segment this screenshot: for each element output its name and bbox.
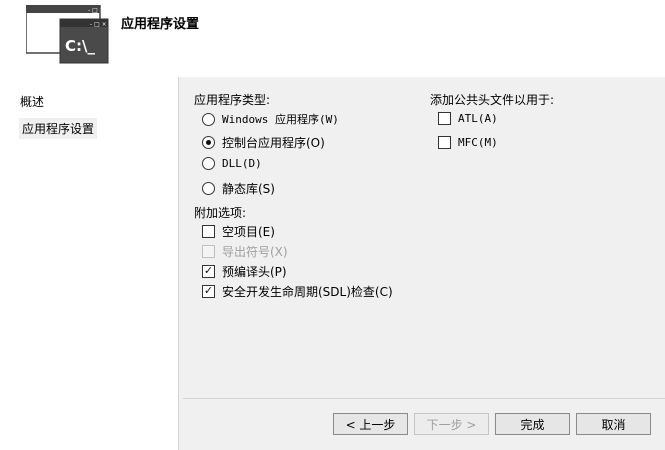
radio-label: DLL(D)	[222, 157, 262, 170]
checkbox-label: 导出符号(X)	[222, 245, 288, 259]
console-app-icon: - □ × - □ × C:\_	[26, 5, 109, 64]
checkbox-sdl-checks[interactable]: 安全开发生命周期(SDL)检查(C)	[202, 283, 393, 300]
cancel-button[interactable]: 取消	[576, 413, 651, 435]
wizard-header: - □ × - □ × C:\_ 应用程序设置	[0, 0, 665, 77]
back-button[interactable]: < 上一步	[333, 413, 408, 435]
wizard-sidebar: 概述 应用程序设置	[0, 77, 179, 450]
checkbox-label: ATL(A)	[458, 112, 498, 125]
checkbox	[202, 245, 215, 258]
svg-text:- □ ×: - □ ×	[88, 7, 105, 14]
checkbox[interactable]	[202, 285, 215, 298]
console-logo-text: C:\_	[65, 37, 95, 55]
app-type-label: 应用程序类型:	[194, 93, 271, 107]
settings-panel: 应用程序类型: Windows 应用程序(W) 控制台应用程序(O) DLL(D…	[179, 77, 665, 450]
radio-label: 静态库(S)	[222, 182, 275, 196]
checkbox[interactable]	[438, 136, 451, 149]
radio-button[interactable]	[202, 112, 215, 126]
checkbox-empty-project[interactable]: 空项目(E)	[202, 223, 275, 240]
radio-dll[interactable]: DLL(D)	[202, 157, 262, 170]
checkbox[interactable]	[202, 265, 215, 278]
checkbox-label: 预编译头(P)	[222, 265, 287, 279]
radio-button[interactable]	[202, 157, 215, 170]
extra-options-label: 附加选项:	[194, 206, 247, 220]
checkbox-label: MFC(M)	[458, 136, 498, 149]
footer-divider	[183, 398, 665, 399]
checkbox-mfc[interactable]: MFC(M)	[438, 136, 498, 149]
checkbox-export-symbols: 导出符号(X)	[202, 243, 288, 260]
checkbox-precompiled-header[interactable]: 预编译头(P)	[202, 263, 287, 280]
checkbox-atl[interactable]: ATL(A)	[438, 112, 498, 125]
checkbox-label: 安全开发生命周期(SDL)检查(C)	[222, 285, 393, 299]
checkbox[interactable]	[438, 112, 451, 125]
checkbox[interactable]	[202, 225, 215, 238]
checkbox-label: 空项目(E)	[222, 225, 275, 239]
radio-button[interactable]	[202, 136, 215, 149]
radio-button[interactable]	[202, 182, 215, 195]
radio-label: 控制台应用程序(O)	[222, 136, 325, 150]
radio-windows-app[interactable]: Windows 应用程序(W)	[202, 111, 339, 127]
finish-button[interactable]: 完成	[495, 413, 570, 435]
next-button: 下一步 >	[414, 413, 489, 435]
radio-label: Windows 应用程序(W)	[222, 113, 339, 126]
sidebar-item-overview[interactable]: 概述	[20, 93, 44, 110]
common-headers-label: 添加公共头文件以用于:	[430, 93, 555, 107]
page-title: 应用程序设置	[121, 17, 200, 32]
sidebar-item-app-settings[interactable]: 应用程序设置	[19, 118, 98, 139]
svg-text:- □ ×: - □ ×	[90, 21, 107, 28]
radio-static-lib[interactable]: 静态库(S)	[202, 180, 275, 197]
radio-console-app[interactable]: 控制台应用程序(O)	[202, 134, 325, 151]
